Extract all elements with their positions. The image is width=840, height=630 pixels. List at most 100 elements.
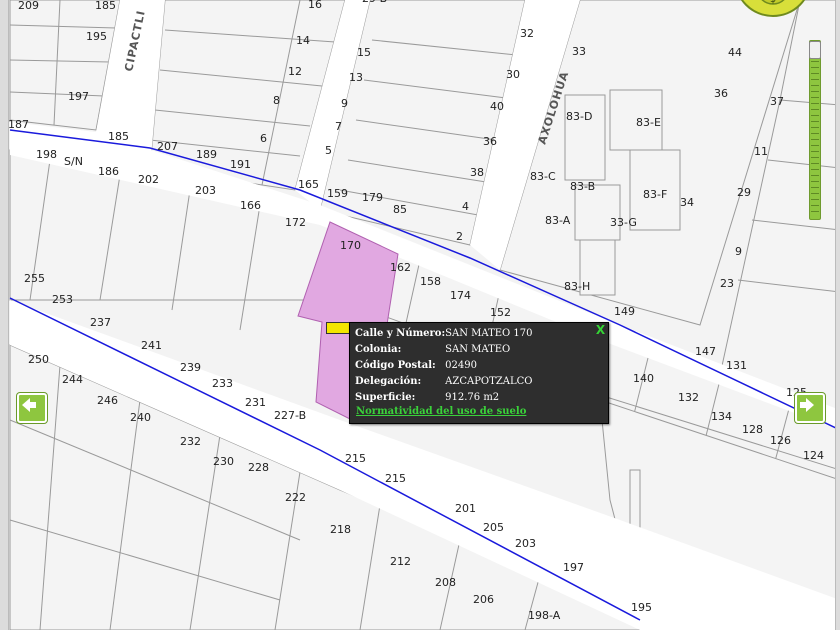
zoom-slider[interactable] <box>809 40 821 220</box>
lot-number-label: 15 <box>357 46 371 59</box>
lot-number-label: 152 <box>490 306 511 319</box>
lot-number-label: 197 <box>68 90 89 103</box>
lot-number-label: 198 <box>36 148 57 161</box>
zoom-tick <box>811 145 819 146</box>
lot-number-label: 250 <box>28 353 49 366</box>
lot-number-label: 30 <box>506 68 520 81</box>
popup-close-button[interactable]: X <box>595 324 606 336</box>
lot-number-label: 230 <box>213 455 234 468</box>
popup-field-value: SAN MATEO <box>445 344 511 355</box>
lot-number-label: 34 <box>680 196 694 209</box>
popup-row: Colonia: SAN MATEO <box>355 342 533 358</box>
zoom-handle[interactable] <box>809 41 821 59</box>
lot-number-label: 38 <box>470 166 484 179</box>
zoom-tick <box>811 193 819 194</box>
pan-left-button[interactable] <box>17 393 47 423</box>
lot-number-label: 203 <box>515 537 536 550</box>
lot-number-label: 166 <box>240 199 261 212</box>
lot-number-label: 83-A <box>545 214 571 227</box>
pan-right-button[interactable] <box>795 393 825 423</box>
popup-field-label: Calle y Número: <box>355 328 446 339</box>
popup-row: Código Postal: 02490 <box>355 358 533 374</box>
lot-number-label: 131 <box>726 359 747 372</box>
lot-number-label: 4 <box>462 200 469 213</box>
lot-number-label: 9 <box>341 97 348 110</box>
lot-number-label: 185 <box>95 0 116 12</box>
lot-number-label: 6 <box>260 132 267 145</box>
lot-number-label: 33-G <box>610 216 637 229</box>
lot-number-label: 255 <box>24 272 45 285</box>
arrow-left-icon <box>22 398 36 412</box>
lot-number-label: 16 <box>308 0 322 11</box>
lot-number-label: 149 <box>614 305 635 318</box>
parcel-info-table: Calle y Número: SAN MATEO 170 Colonia: SAN … <box>355 326 533 406</box>
zoom-tick <box>811 187 819 188</box>
lot-number-label: 83-D <box>566 110 592 123</box>
lot-number-label: 197 <box>563 561 584 574</box>
map-canvas[interactable]: CIPACTLI AXOLOHUA 2091851629-B3244195141… <box>0 0 840 630</box>
lot-number-label: 83-B <box>570 180 595 193</box>
lot-number-label: 83-F <box>643 188 667 201</box>
lot-number-label: 231 <box>245 396 266 409</box>
lot-number-label: 228 <box>248 461 269 474</box>
lot-number-label: 23 <box>720 277 734 290</box>
popup-field-value: SAN MATEO 170 <box>445 328 533 339</box>
zoom-tick <box>811 121 819 122</box>
popup-row: Superficie: 912.76 m2 <box>355 390 533 406</box>
lot-number-label: 12 <box>288 65 302 78</box>
lot-number-label: 233 <box>212 377 233 390</box>
lot-number-label: 179 <box>362 191 383 204</box>
lot-number-label: 218 <box>330 523 351 536</box>
compass-control[interactable]: S <box>733 0 813 32</box>
zoom-tick <box>811 85 819 86</box>
lot-number-label: 44 <box>728 46 742 59</box>
lot-number-label: 253 <box>52 293 73 306</box>
map-viewport[interactable]: CIPACTLI AXOLOHUA 2091851629-B3244195141… <box>0 0 840 630</box>
lot-number-label: 11 <box>754 145 768 158</box>
lot-number-label: 241 <box>141 339 162 352</box>
popup-field-label: Código Postal: <box>355 360 436 371</box>
lot-number-label: 170 <box>340 239 361 252</box>
lot-number-label: 185 <box>108 130 129 143</box>
zoom-tick <box>811 61 819 62</box>
zoom-tick <box>811 97 819 98</box>
lot-number-label: 195 <box>631 601 652 614</box>
lot-number-label: 36 <box>483 135 497 148</box>
lot-number-label: 232 <box>180 435 201 448</box>
lot-number-label: 7 <box>335 120 342 133</box>
lot-number-label: 158 <box>420 275 441 288</box>
popup-field-value: 02490 <box>445 360 477 371</box>
lot-number-label: 40 <box>490 100 504 113</box>
zoom-tick <box>811 67 819 68</box>
lot-number-label: 246 <box>97 394 118 407</box>
lot-number-label: 208 <box>435 576 456 589</box>
lot-number-label: 13 <box>349 71 363 84</box>
lot-number-label: 244 <box>62 373 83 386</box>
lot-number-label: 140 <box>633 372 654 385</box>
lot-number-label: 33 <box>572 45 586 58</box>
lot-number-label: 215 <box>345 452 366 465</box>
popup-row: Calle y Número: SAN MATEO 170 <box>355 326 533 342</box>
zoom-tick <box>811 133 819 134</box>
lot-number-label: 215 <box>385 472 406 485</box>
zoom-tick <box>811 175 819 176</box>
arrow-right-icon <box>800 398 814 412</box>
zoom-tick <box>811 181 819 182</box>
zoom-tick <box>811 79 819 80</box>
lot-number-label: 124 <box>803 449 824 462</box>
zoom-tick <box>811 157 819 158</box>
lot-number-label: 37 <box>770 95 784 108</box>
popup-field-value: 912.76 m2 <box>445 392 500 403</box>
zoom-tick <box>811 169 819 170</box>
lot-number-label: 187 <box>8 118 29 131</box>
land-use-regulation-link[interactable]: Normatividad del uso de suelo <box>356 406 608 417</box>
lot-number-label: 172 <box>285 216 306 229</box>
lot-number-label: 203 <box>195 184 216 197</box>
lot-number-label: 198-A <box>528 609 561 622</box>
lot-number-label: 207 <box>157 140 178 153</box>
zoom-tick <box>811 163 819 164</box>
lot-number-label: 159 <box>327 187 348 200</box>
zoom-tick <box>811 103 819 104</box>
lot-number-label: S/N <box>64 155 83 168</box>
zoom-tick <box>811 151 819 152</box>
